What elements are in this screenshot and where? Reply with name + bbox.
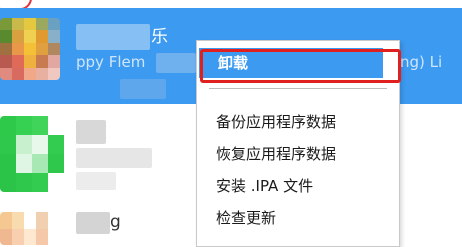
app-name-blurred (76, 120, 106, 144)
menu-item-install-ipa[interactable]: 安装 .IPA 文件 (197, 171, 399, 201)
app-version-blurred (76, 172, 116, 190)
app-name-suffix: g (110, 212, 121, 232)
app-icon-pixelated (0, 116, 64, 192)
app-subtitle-right: ng) Li (400, 53, 443, 71)
app-icon-pixelated (0, 18, 60, 80)
app-name-blurred (76, 24, 150, 50)
app-version-blurred (120, 79, 166, 99)
app-subtitle-blurred (156, 53, 196, 73)
menu-item-check-update[interactable]: 检查更新 (197, 203, 399, 233)
app-icon-pixelated (0, 212, 60, 245)
app-subtitle-blurred (76, 148, 152, 168)
menu-separator (209, 88, 387, 89)
context-menu: 卸载 备份应用程序数据 恢复应用程序数据 安装 .IPA 文件 检查更新 (196, 40, 400, 247)
app-name-suffix: 乐 (151, 27, 168, 47)
app-name-blurred (76, 212, 110, 234)
app-subtitle-left: ppy Flem (76, 53, 146, 71)
menu-item-backup-app-data[interactable]: 备份应用程序数据 (197, 107, 399, 137)
menu-item-restore-app-data[interactable]: 恢复应用程序数据 (197, 139, 399, 169)
menu-item-uninstall[interactable]: 卸载 (199, 48, 383, 78)
